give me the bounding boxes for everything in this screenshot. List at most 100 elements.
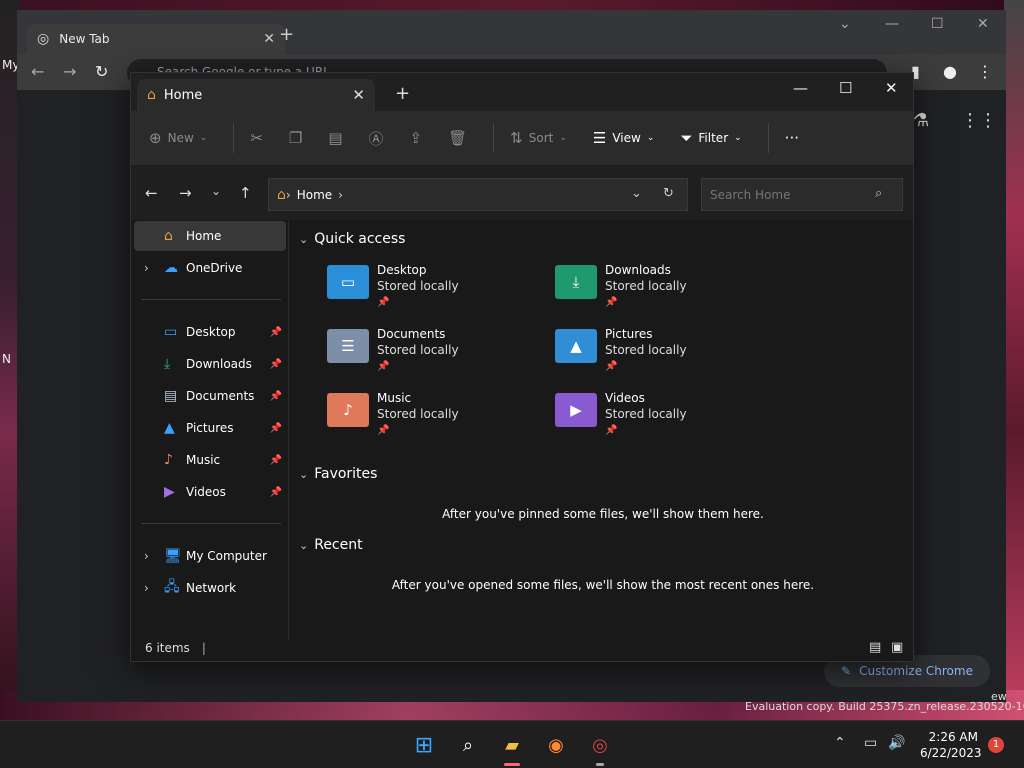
quick-access-header[interactable]: ⌄ Quick access: [299, 231, 405, 247]
expand-chevron-icon[interactable]: ›: [144, 549, 149, 563]
breadcrumb-chevron-icon: ›: [285, 187, 291, 202]
nav-item-onedrive[interactable]: › ☁ OneDrive: [134, 253, 286, 283]
maximize-icon[interactable]: ☐: [839, 79, 852, 97]
folder-location: Stored locally: [605, 279, 687, 293]
details-view-icon[interactable]: ▤: [869, 640, 881, 655]
home-icon: ⌂: [164, 228, 173, 244]
view-button[interactable]: ☰ View ⌄: [593, 129, 654, 147]
close-icon[interactable]: ✕: [977, 16, 989, 32]
explorer-tab[interactable]: ⌂ Home ✕: [137, 79, 375, 111]
favorites-header[interactable]: ⌄ Favorites: [299, 466, 377, 482]
labs-flask-icon[interactable]: ⚗: [913, 110, 929, 131]
clock[interactable]: 2:26 AM 6/22/2023: [920, 729, 982, 761]
notification-badge[interactable]: 1: [988, 737, 1004, 753]
nav-item-label: Videos: [186, 485, 226, 499]
picture-icon: ▲: [164, 420, 175, 436]
nav-item-pictures[interactable]: ▲ Pictures 📌: [134, 413, 286, 443]
folder-desktop-icon: ▭: [327, 265, 369, 299]
folder-name: Desktop: [377, 263, 427, 277]
nav-item-documents[interactable]: ▤ Documents 📌: [134, 381, 286, 411]
nav-item-home[interactable]: ⌂ Home: [134, 221, 286, 251]
firefox-icon[interactable]: ◉: [542, 731, 570, 759]
pin-icon: 📌: [377, 425, 390, 436]
nav-item-my-computer[interactable]: › 🖥 My Computer: [134, 541, 286, 571]
search-icon[interactable]: ⌕: [454, 731, 482, 759]
start-windows-icon[interactable]: ⊞: [410, 731, 438, 759]
nav-item-network[interactable]: › 🖧 Network: [134, 573, 286, 603]
filter-button[interactable]: ⏷ Filter ⌄: [680, 129, 741, 147]
sort-arrows-icon: ⇅: [510, 129, 523, 147]
more-options-button[interactable]: ···: [785, 129, 799, 147]
nav-item-desktop[interactable]: ▭ Desktop 📌: [134, 317, 286, 347]
address-bar[interactable]: ⌂ › Home › ⌄ ↻: [268, 178, 688, 211]
breadcrumb-home[interactable]: Home: [297, 188, 332, 202]
nav-item-music[interactable]: ♪ Music 📌: [134, 445, 286, 475]
rename-button[interactable]: Ⓐ: [369, 128, 384, 149]
minimize-icon[interactable]: —: [793, 79, 808, 97]
volume-icon[interactable]: 🔊: [888, 735, 905, 751]
cut-button[interactable]: ✂: [250, 129, 263, 147]
delete-button[interactable]: 🗑: [448, 129, 467, 147]
forward-arrow-icon[interactable]: →: [63, 62, 76, 81]
pin-icon: 📌: [269, 454, 282, 466]
nav-item-downloads[interactable]: ⤓ Downloads 📌: [134, 349, 286, 379]
explorer-tab-title: Home: [163, 87, 203, 103]
folder-downloads-icon: ⤓: [555, 265, 597, 299]
quick-access-item-desktop[interactable]: ▭ Desktop Stored locally 📌: [327, 263, 537, 319]
profile-icon[interactable]: ●: [943, 62, 957, 81]
quick-access-item-documents[interactable]: ☰ Documents Stored locally 📌: [327, 327, 537, 383]
share-button[interactable]: ⇪: [410, 129, 423, 147]
expand-chevron-icon[interactable]: ›: [144, 261, 149, 275]
chrome-icon[interactable]: ◎: [586, 731, 614, 759]
nav-item-videos[interactable]: ▶ Videos 📌: [134, 477, 286, 507]
kebab-menu-icon[interactable]: ⋮: [977, 62, 993, 81]
item-count: 6 items: [145, 641, 190, 655]
recent-header[interactable]: ⌄ Recent: [299, 537, 363, 553]
address-history-chevron-icon[interactable]: ⌄: [631, 186, 642, 201]
new-button[interactable]: ⊕ New ⌄: [149, 129, 207, 147]
back-arrow-icon[interactable]: ←: [31, 62, 44, 81]
network-icon[interactable]: ▭: [864, 735, 877, 751]
expand-chevron-icon[interactable]: ›: [144, 581, 149, 595]
breadcrumb-chevron-icon[interactable]: ›: [338, 188, 343, 202]
folder-videos-icon: ▶: [555, 393, 597, 427]
quick-access-item-videos[interactable]: ▶ Videos Stored locally 📌: [555, 391, 765, 447]
taskbar: ⊞ ⌕ ▰ ◉ ◎ ⌃ ▭ 🔊 2:26 AM 6/22/2023 1: [0, 720, 1024, 768]
search-input[interactable]: [701, 178, 903, 211]
nav-item-label: Network: [186, 581, 237, 595]
address-row: ← → ⌄ ↑ ⌂ › Home › ⌄ ↻ ⌕: [131, 166, 913, 220]
close-icon[interactable]: ✕: [885, 79, 898, 97]
up-arrow-icon[interactable]: ↑: [239, 184, 252, 202]
close-tab-icon[interactable]: ✕: [352, 86, 365, 104]
desktop-icon-label[interactable]: N: [2, 352, 11, 366]
new-tab-button[interactable]: +: [395, 83, 410, 104]
scissors-icon: ✂: [250, 129, 263, 147]
chevron-up-icon[interactable]: ⌃: [834, 735, 846, 751]
new-tab-button[interactable]: +: [279, 24, 294, 45]
close-tab-icon[interactable]: ✕: [263, 31, 275, 47]
folder-documents-icon: ☰: [327, 329, 369, 363]
apps-grid-icon[interactable]: ⋮⋮: [961, 110, 997, 131]
paste-button[interactable]: ▤: [328, 129, 342, 147]
back-arrow-icon[interactable]: ←: [145, 184, 158, 202]
forward-arrow-icon[interactable]: →: [179, 184, 192, 202]
minimize-icon[interactable]: —: [885, 16, 899, 32]
maximize-icon[interactable]: ☐: [931, 16, 944, 32]
reload-icon[interactable]: ↻: [95, 62, 108, 81]
file-explorer-icon[interactable]: ▰: [498, 731, 526, 759]
clock-time: 2:26 AM: [928, 730, 978, 744]
quick-access-item-downloads[interactable]: ⤓ Downloads Stored locally 📌: [555, 263, 765, 319]
folder-location: Stored locally: [605, 343, 687, 357]
chevron-down-icon[interactable]: ⌄: [839, 16, 851, 32]
recent-locations-chevron-icon[interactable]: ⌄: [211, 184, 221, 198]
tiles-view-icon[interactable]: ▣: [891, 640, 903, 655]
chrome-tab[interactable]: ◎ New Tab ✕: [27, 24, 285, 54]
copy-button[interactable]: ❐: [289, 129, 302, 147]
folder-name: Music: [377, 391, 412, 405]
refresh-icon[interactable]: ↻: [663, 186, 674, 201]
nav-item-label: Pictures: [186, 421, 234, 435]
quick-access-item-pictures[interactable]: ▲ Pictures Stored locally 📌: [555, 327, 765, 383]
view-label: View: [612, 131, 641, 145]
quick-access-item-music[interactable]: ♪ Music Stored locally 📌: [327, 391, 537, 447]
sort-button[interactable]: ⇅ Sort ⌄: [510, 129, 567, 147]
